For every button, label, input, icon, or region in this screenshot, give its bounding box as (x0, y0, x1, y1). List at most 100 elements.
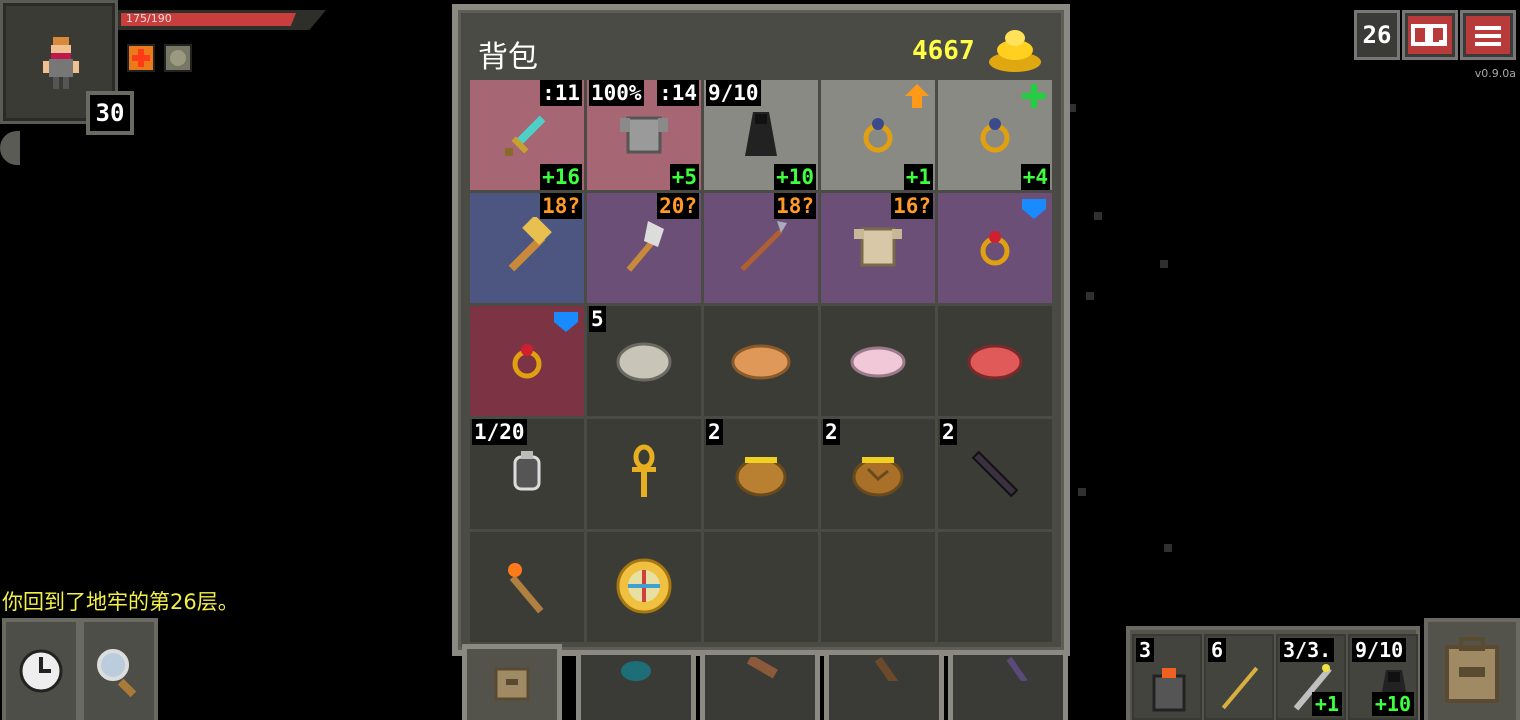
item-bonus-label: +4 (1020, 164, 1050, 190)
journal-button[interactable] (1402, 10, 1458, 60)
inventory-slot-ankh[interactable] (587, 419, 701, 529)
leather-armor-icon (854, 227, 902, 267)
search-button[interactable] (80, 618, 158, 720)
ring-icon (980, 118, 1010, 153)
torch-icon (508, 563, 544, 614)
star (1078, 488, 1086, 496)
ruby-ring-icon (980, 231, 1010, 266)
item-top-right-label: 18? (540, 193, 582, 219)
seed-pouch-icon (621, 661, 651, 681)
hero-portrait-icon (43, 37, 79, 89)
scroll-holder-icon (746, 657, 778, 679)
backpack-icon (494, 667, 530, 701)
inventory-grid: :11 +16 100% :14 +5 9/10 +10 +1 +4 18? 20? 18? 16? 5 1… (470, 80, 1052, 642)
clock-icon (19, 649, 63, 693)
tab-wands[interactable] (948, 650, 1068, 720)
diamond-sword-icon (505, 115, 546, 156)
inventory-slot-golden-compass[interactable] (587, 532, 701, 642)
inventory-slot-ring[interactable]: +4 (938, 80, 1052, 190)
backpack-button[interactable] (1424, 618, 1520, 720)
inventory-slot-cloak[interactable]: 9/10 +10 (704, 80, 818, 190)
star (1160, 260, 1168, 268)
pasty-icon (731, 344, 791, 380)
battle-axe-icon (626, 221, 664, 272)
tab-scrolls[interactable] (700, 650, 820, 720)
side-tab[interactable] (0, 131, 20, 165)
quickslot-bonus: +10 (1371, 692, 1414, 716)
item-top-left-label: 100% (589, 80, 644, 106)
wait-button[interactable] (2, 618, 80, 720)
item-top-left-label: 5 (589, 306, 606, 332)
dart-icon (1221, 666, 1259, 710)
item-top-right-label: :14 (657, 80, 699, 106)
inventory-slot-empty[interactable] (821, 532, 935, 642)
inventory-slot-dark-wand[interactable]: 2 (938, 419, 1052, 529)
feather-icon (850, 346, 906, 378)
inventory-slot-battle-axe[interactable]: 20? (587, 193, 701, 303)
gold-pile-icon (989, 30, 1041, 72)
item-top-right-label: :11 (540, 80, 582, 106)
quickslot-1[interactable]: 3 (1132, 634, 1202, 720)
quickslot-bonus: +1 (1311, 692, 1342, 716)
ruby-ring-icon (512, 344, 542, 379)
inventory-slot-torch[interactable] (470, 532, 584, 642)
version-label: v0.9.0a (1474, 67, 1516, 80)
quickslot-4[interactable]: 9/10 +10 (1348, 634, 1418, 720)
inventory-slot-ruby-ring[interactable] (938, 193, 1052, 303)
spear-icon (740, 221, 787, 272)
inventory-slot-pasty[interactable] (704, 306, 818, 416)
item-top-left-label: 2 (823, 419, 840, 445)
inventory-slot-cracked-honey-pot[interactable]: 2 (821, 419, 935, 529)
inventory-slot-war-hammer[interactable]: 18? (470, 193, 584, 303)
item-bonus-label: +5 (669, 164, 699, 190)
quickslot-count: 6 (1208, 638, 1227, 662)
fire-buff-icon[interactable] (127, 44, 155, 72)
menu-icon (1466, 16, 1510, 54)
blue-shield-icon (1022, 199, 1046, 219)
inventory-slot-leather-armor[interactable]: 16? (821, 193, 935, 303)
inventory-slot-meat[interactable] (938, 306, 1052, 416)
quickslot-count: 3 (1136, 638, 1155, 662)
star (1164, 544, 1172, 552)
dungeon-depth-badge[interactable]: 26 (1354, 10, 1400, 60)
inventory-slot-ring[interactable]: +1 (821, 80, 935, 190)
inventory-title: 背包 (478, 40, 538, 75)
inventory-slot-plate-armor[interactable]: 100% :14 +5 (587, 80, 701, 190)
quickslot-count: 9/10 (1352, 638, 1407, 662)
item-bonus-label: +16 (540, 164, 582, 190)
item-top-left-label: 2 (940, 419, 957, 445)
inventory-slot-empty[interactable] (704, 532, 818, 642)
wand-holster-icon (874, 657, 899, 681)
star (1086, 292, 1094, 300)
inventory-slot-dew-vial[interactable]: 1/20 (470, 419, 584, 529)
tab-potions[interactable] (824, 650, 944, 720)
shield-buff-icon[interactable] (164, 44, 192, 72)
quickslot-3[interactable]: 3/3. +1 (1276, 634, 1346, 720)
tab-seeds[interactable] (576, 650, 696, 720)
menu-button[interactable] (1460, 10, 1516, 60)
wand-icon (1006, 657, 1028, 681)
inventory-slot-diamond-sword[interactable]: :11 +16 (470, 80, 584, 190)
inventory-slot-feather[interactable] (821, 306, 935, 416)
item-top-right-label: 16? (891, 193, 933, 219)
item-top-left-label: 2 (706, 419, 723, 445)
magnifier-icon (97, 649, 137, 698)
tab-backpack[interactable] (462, 644, 562, 720)
quickslot-bar: 3 6 3/3. +1 9/10 +10 (1126, 626, 1420, 720)
plus-green-icon (1022, 84, 1046, 108)
plate-armor-icon (620, 116, 668, 154)
cracked-honey-pot-icon (852, 457, 904, 497)
cross-icon (132, 49, 150, 67)
star (1094, 212, 1102, 220)
hero-level-badge: 30 (86, 91, 134, 135)
stone-icon (616, 342, 672, 382)
inventory-slot-stone[interactable]: 5 (587, 306, 701, 416)
quickslot-2[interactable]: 6 (1204, 634, 1274, 720)
upgrade-arrow-icon (905, 84, 929, 108)
inventory-slot-empty[interactable] (938, 532, 1052, 642)
inventory-slot-spear[interactable]: 18? (704, 193, 818, 303)
inventory-slot-ruby-ring[interactable] (470, 306, 584, 416)
inventory-slot-honey-pot[interactable]: 2 (704, 419, 818, 529)
item-top-left-label: 9/10 (706, 80, 761, 106)
meat-icon (967, 344, 1023, 380)
